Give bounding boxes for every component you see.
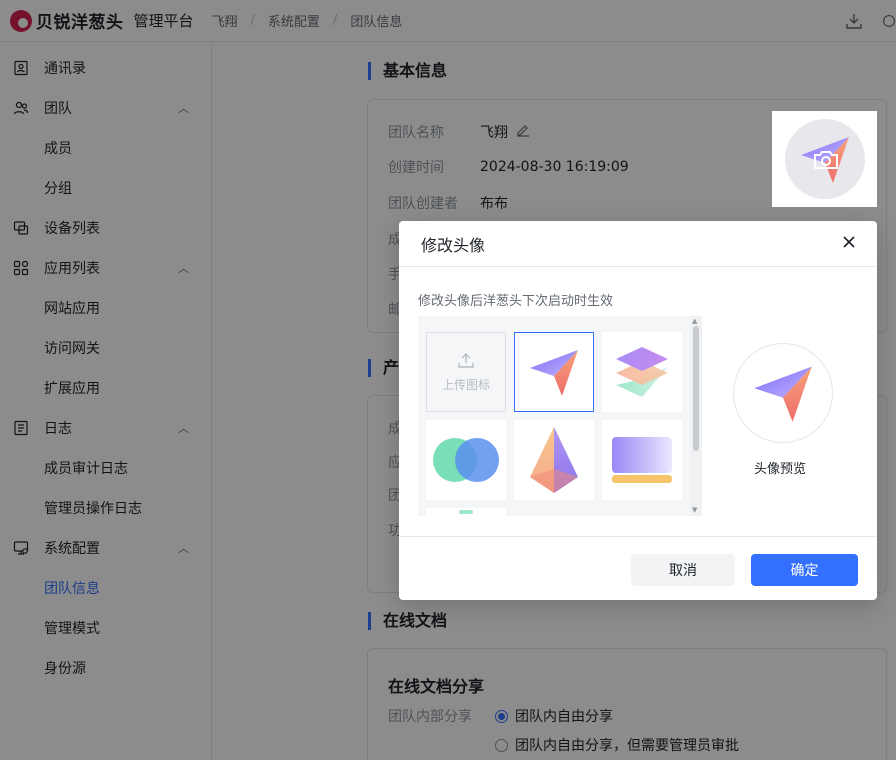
scrollbar-thumb[interactable]: [693, 326, 699, 451]
avatar-option-partial: [459, 510, 473, 514]
avatar-option-pyramid[interactable]: [514, 420, 594, 500]
paper-plane-icon: [530, 350, 578, 396]
layers-icon: [616, 347, 668, 397]
pyramid-icon: [530, 427, 578, 493]
avatar-option-circles[interactable]: [426, 420, 506, 500]
dialog-footer: 取消 确定: [399, 536, 877, 600]
upload-icon: [457, 351, 475, 372]
avatar-option-card[interactable]: [602, 420, 682, 500]
avatar-option-layers[interactable]: [602, 332, 682, 412]
paper-plane-icon: [754, 366, 812, 422]
scroll-up-icon[interactable]: ▲: [692, 317, 697, 325]
camera-icon: [812, 149, 840, 175]
overlapping-circles-icon: [433, 438, 499, 482]
scroll-down-icon[interactable]: ▼: [692, 506, 697, 514]
cancel-button[interactable]: 取消: [631, 554, 735, 586]
gradient-card-icon: [612, 437, 672, 483]
avatar-option-more[interactable]: [426, 508, 506, 516]
confirm-button[interactable]: 确定: [751, 554, 858, 586]
avatar-preview: [733, 343, 833, 443]
upload-icon-button[interactable]: 上传图标: [426, 332, 506, 412]
team-avatar-button[interactable]: [772, 111, 877, 207]
dialog-tip: 修改头像后洋葱头下次启动时生效: [418, 294, 614, 309]
preview-label: 头像预览: [754, 462, 807, 477]
close-icon[interactable]: [841, 234, 859, 252]
avatar-grid-scrollbar[interactable]: ▲ ▼: [690, 316, 702, 516]
avatar-option-plane[interactable]: [514, 332, 594, 412]
change-avatar-dialog: 修改头像 修改头像后洋葱头下次启动时生效 上传图标 ▲ ▼ 头像预览 取消 确定: [399, 221, 877, 600]
dialog-header: 修改头像: [399, 221, 877, 267]
avatar-grid: 上传图标 ▲ ▼: [418, 316, 702, 516]
dialog-title: 修改头像: [421, 235, 486, 255]
upload-label: 上传图标: [441, 378, 490, 392]
team-avatar: [784, 119, 865, 199]
